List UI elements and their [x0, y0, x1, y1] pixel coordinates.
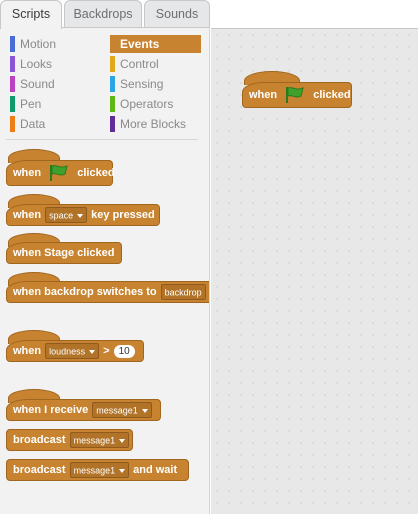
- block-text: clicked: [77, 167, 115, 180]
- message-dropdown[interactable]: message1: [69, 432, 130, 449]
- tab-sounds[interactable]: Sounds: [144, 0, 210, 27]
- category-swatch: [110, 96, 115, 112]
- category-label: More Blocks: [120, 117, 187, 131]
- category-swatch: [10, 116, 15, 132]
- category-label: Control: [120, 57, 159, 71]
- green-flag-icon: [50, 165, 68, 182]
- block-when-loudness[interactable]: when loudness >10: [6, 340, 144, 362]
- category-list: Motion Events Looks Control Sound Sensin…: [0, 28, 209, 140]
- sensor-dropdown[interactable]: loudness: [45, 343, 100, 360]
- category-swatch: [110, 56, 115, 72]
- dropdown-value: message1: [96, 405, 138, 416]
- green-flag-icon: [286, 87, 304, 104]
- category-label: Motion: [20, 37, 57, 51]
- dropdown-value: space: [49, 210, 74, 221]
- category-swatch: [10, 56, 15, 72]
- category-pen[interactable]: Pen: [10, 95, 100, 113]
- threshold-input[interactable]: 10: [113, 344, 135, 358]
- dropdown-value: message1: [73, 465, 116, 476]
- category-operators[interactable]: Operators: [110, 95, 201, 113]
- dropdown-value: loudness: [49, 346, 86, 357]
- block-when-backdrop-switches[interactable]: when backdrop switches to backdrop: [6, 281, 209, 303]
- category-label: Looks: [20, 57, 53, 71]
- dropdown-value: message1: [73, 435, 116, 446]
- block-text: broadcast: [13, 434, 66, 447]
- block-text: and wait: [133, 464, 178, 477]
- block-text: key pressed: [91, 209, 155, 222]
- block-broadcast[interactable]: broadcast message1: [6, 429, 133, 451]
- category-control[interactable]: Control: [110, 55, 201, 73]
- chevron-down-icon: [119, 468, 126, 473]
- block-palette: Motion Events Looks Control Sound Sensin…: [0, 28, 210, 514]
- category-motion[interactable]: Motion: [10, 35, 100, 53]
- block-when-i-receive[interactable]: when I receive message1: [6, 399, 161, 421]
- block-text: when: [13, 167, 42, 180]
- category-swatch: [10, 36, 15, 52]
- category-swatch: [10, 96, 15, 112]
- category-looks[interactable]: Looks: [10, 55, 100, 73]
- block-when-key-pressed[interactable]: when space key pressed: [6, 204, 160, 226]
- script-area[interactable]: when clicked: [211, 28, 418, 514]
- palette-divider: [6, 139, 198, 140]
- chevron-down-icon: [119, 438, 126, 443]
- category-data[interactable]: Data: [10, 115, 100, 133]
- category-label: Sound: [20, 77, 55, 91]
- category-label: Sensing: [120, 77, 164, 91]
- category-sensing[interactable]: Sensing: [110, 75, 201, 93]
- block-when-stage-clicked[interactable]: when Stage clicked: [6, 242, 122, 264]
- category-label: Events: [120, 37, 160, 51]
- category-label: Data: [20, 117, 46, 131]
- block-text: when: [13, 345, 42, 358]
- category-events[interactable]: Events: [110, 35, 201, 53]
- message-dropdown[interactable]: message1: [69, 462, 130, 479]
- script-when-flag-clicked[interactable]: when clicked: [242, 82, 352, 108]
- category-label: Operators: [120, 97, 174, 111]
- operator-text: >: [103, 345, 110, 358]
- category-label: Pen: [20, 97, 42, 111]
- category-more-blocks[interactable]: More Blocks: [110, 115, 201, 133]
- block-text: when: [13, 209, 42, 222]
- chevron-down-icon: [77, 213, 84, 218]
- key-dropdown[interactable]: space: [45, 207, 88, 224]
- tab-bar: Scripts Backdrops Sounds: [0, 0, 418, 29]
- tab-backdrops[interactable]: Backdrops: [64, 0, 142, 27]
- block-text: when I receive: [13, 404, 89, 417]
- category-swatch: [10, 76, 15, 92]
- block-text: clicked: [313, 89, 351, 102]
- block-text: broadcast: [13, 464, 66, 477]
- tab-scripts[interactable]: Scripts: [0, 0, 62, 29]
- chevron-down-icon: [141, 408, 148, 413]
- message-dropdown[interactable]: message1: [92, 402, 152, 419]
- block-broadcast-and-wait[interactable]: broadcast message1 and wait: [6, 459, 189, 481]
- dropdown-value: backdrop: [164, 287, 202, 298]
- block-text: when Stage clicked: [13, 247, 115, 260]
- category-swatch: [110, 116, 115, 132]
- block-when-flag-clicked[interactable]: when clicked: [6, 160, 115, 186]
- block-text: when: [249, 89, 278, 102]
- category-swatch: [110, 76, 115, 92]
- chevron-down-icon: [89, 349, 96, 354]
- block-text: when backdrop switches to: [13, 286, 157, 299]
- category-sound[interactable]: Sound: [10, 75, 100, 93]
- backdrop-dropdown[interactable]: backdrop: [160, 284, 206, 301]
